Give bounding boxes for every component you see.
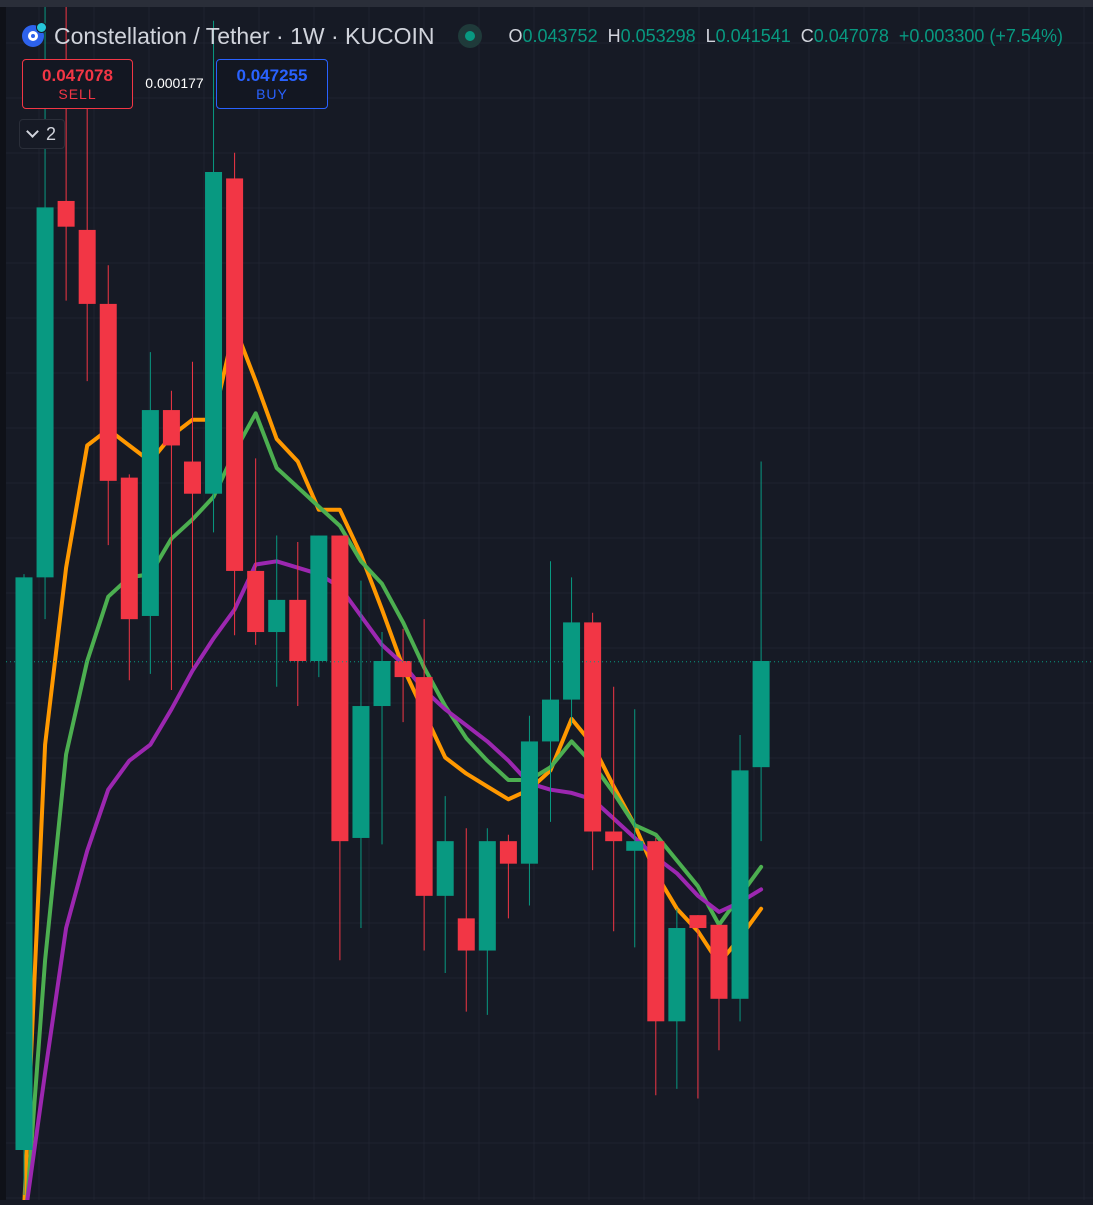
chart-header: Constellation / Tether · 1W · KUCOIN O0.…: [22, 20, 1063, 52]
candle-body: [310, 535, 328, 661]
candle-body: [268, 599, 286, 633]
change-value: +0.003300 (+7.54%): [898, 25, 1063, 46]
ohlc-values: O0.043752 H0.053298 L0.041541 C0.047078 +0.0…: [508, 26, 1062, 47]
candle-body: [226, 178, 244, 571]
low-key: L: [705, 25, 716, 46]
close-value: 0.047078: [813, 25, 889, 46]
candle-body: [394, 661, 412, 678]
candle-down: [499, 834, 517, 919]
candle-up: [731, 734, 749, 1022]
sell-label: SELL: [58, 85, 97, 102]
sell-button[interactable]: 0.047078 SELL: [22, 59, 133, 109]
indicators-toggle-button[interactable]: 2: [19, 119, 65, 149]
candle-body: [99, 303, 117, 481]
candle-up: [520, 715, 538, 906]
indicators-count: 2: [45, 123, 56, 144]
candle-body: [478, 841, 496, 951]
candle-down: [394, 628, 412, 723]
window-left-border: [0, 7, 6, 1200]
candle-body: [626, 841, 644, 851]
candle-body: [36, 207, 54, 578]
candle-body: [542, 699, 559, 742]
buy-price: 0.047255: [236, 65, 308, 85]
chevron-down-icon: [26, 125, 39, 138]
low-value: 0.041541: [715, 25, 791, 46]
candle-down: [605, 686, 623, 932]
candle-body: [457, 918, 475, 951]
candle-body: [205, 172, 223, 494]
candle-down: [415, 619, 433, 951]
candle-body: [57, 200, 75, 227]
candle-down: [247, 458, 265, 645]
candle-body: [352, 706, 370, 838]
candle-body: [415, 677, 433, 896]
candle-up: [352, 580, 370, 929]
moving-average-line: [22, 324, 764, 1205]
candle-down: [226, 152, 244, 636]
candle-body: [331, 535, 349, 842]
candles: [15, 0, 770, 1196]
candle-up: [478, 828, 496, 1015]
candle-down: [78, 69, 96, 382]
candle-body: [183, 461, 201, 494]
candle-up: [752, 461, 770, 842]
buy-button[interactable]: 0.047255 BUY: [216, 59, 328, 109]
candle-body: [563, 622, 581, 700]
spread-value: 0.000177: [145, 75, 204, 91]
candle-down: [99, 265, 117, 546]
candle-up: [310, 535, 328, 678]
candle-down: [710, 924, 728, 1051]
sell-price: 0.047078: [42, 65, 113, 85]
high-value: 0.053298: [620, 25, 696, 46]
candle-body: [120, 477, 138, 620]
open-key: O: [508, 25, 523, 46]
candle-body: [689, 915, 707, 929]
market-status-icon[interactable]: [458, 24, 483, 48]
candle-body: [162, 410, 180, 446]
chart-grid: [6, 7, 1093, 1200]
candle-body: [520, 741, 538, 864]
candle-up: [268, 535, 286, 687]
candle-down: [331, 535, 349, 961]
candle-body: [78, 229, 96, 304]
high-key: H: [607, 25, 621, 46]
candle-body: [436, 841, 454, 896]
candle-down: [120, 474, 138, 681]
candle-body: [247, 570, 265, 633]
moving-averages: [22, 324, 764, 1205]
candle-body: [605, 831, 623, 842]
candle-up: [141, 352, 159, 674]
candle-down: [584, 612, 602, 871]
candle-body: [15, 577, 33, 1150]
symbol-title[interactable]: Constellation / Tether · 1W · KUCOIN: [54, 23, 434, 50]
open-value: 0.043752: [522, 25, 598, 46]
window-top-border: [0, 0, 1093, 7]
candle-down: [162, 390, 180, 690]
candle-up: [668, 908, 686, 1089]
candlestick-chart[interactable]: [0, 0, 1093, 1205]
candle-body: [647, 841, 665, 1022]
candle-up: [436, 796, 454, 974]
candle-up: [542, 561, 559, 822]
candle-down: [647, 837, 665, 1096]
candle-body: [584, 622, 602, 832]
candle-body: [289, 599, 307, 661]
close-key: C: [800, 25, 814, 46]
candle-body: [752, 661, 770, 768]
candle-down: [457, 828, 475, 1012]
constellation-logo-icon: [22, 22, 47, 47]
candle-body: [499, 841, 517, 864]
candle-body: [373, 661, 391, 707]
candle-up: [15, 574, 33, 1196]
candle-body: [668, 928, 686, 1022]
candle-body: [710, 924, 728, 999]
candle-body: [141, 410, 159, 616]
chart-area[interactable]: [0, 0, 1093, 1205]
buy-label: BUY: [256, 85, 288, 102]
candle-body: [731, 770, 749, 999]
